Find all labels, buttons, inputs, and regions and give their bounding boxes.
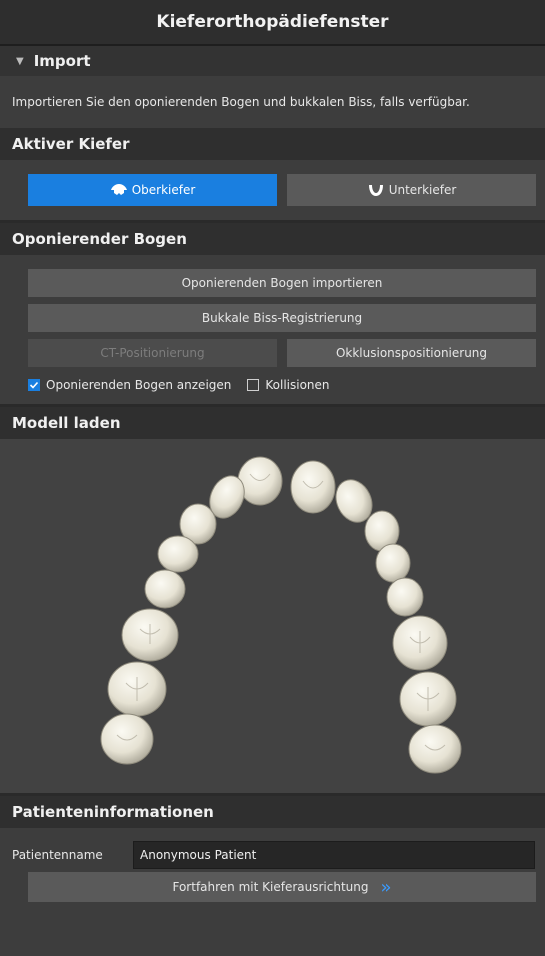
import-opposing-arch-button[interactable]: Oponierenden Bogen importieren: [28, 269, 536, 297]
occlusion-positioning-button[interactable]: Okklusionspositionierung: [287, 339, 536, 367]
import-section-header[interactable]: ▼ Import: [0, 46, 545, 76]
buccal-bite-registration-button[interactable]: Bukkale Biss-Registrierung: [28, 304, 536, 332]
lower-jaw-label: Unterkiefer: [388, 183, 457, 197]
double-chevron-right-icon: »: [380, 876, 392, 898]
collisions-label: Kollisionen: [265, 378, 330, 392]
model-preview[interactable]: [0, 439, 545, 793]
jaw-selector: Oberkiefer Unterkiefer: [0, 160, 545, 220]
upper-jaw-label: Oberkiefer: [131, 183, 196, 197]
continue-jaw-alignment-button[interactable]: Fortfahren mit Kieferausrichtung »: [28, 872, 536, 902]
import-description: Importieren Sie den oponierenden Bogen u…: [12, 95, 470, 109]
collisions-checkbox[interactable]: Kollisionen: [247, 378, 330, 392]
lower-jaw-icon: [368, 185, 383, 196]
ct-positioning-button[interactable]: CT-Positionierung: [28, 339, 277, 367]
patient-info-header: Patienteninformationen: [0, 796, 545, 828]
continue-label: Fortfahren mit Kieferausrichtung: [172, 880, 369, 894]
active-jaw-header: Aktiver Kiefer: [0, 128, 545, 160]
upper-jaw-icon: [110, 184, 127, 195]
upper-jaw-button[interactable]: Oberkiefer: [28, 174, 277, 206]
checkbox-unchecked-icon[interactable]: [247, 379, 260, 391]
patient-name-field[interactable]: Anonymous Patient: [133, 841, 535, 869]
lower-jaw-button[interactable]: Unterkiefer: [287, 174, 536, 206]
dental-arch-icon: [100, 456, 462, 774]
show-opposing-arch-checkbox[interactable]: Oponierenden Bogen anzeigen: [28, 378, 231, 392]
show-opposing-arch-label: Oponierenden Bogen anzeigen: [46, 378, 232, 392]
load-model-header: Modell laden: [0, 407, 545, 439]
opposing-arch-header: Oponierender Bogen: [0, 223, 545, 255]
patient-name-label: Patientenname: [12, 848, 103, 862]
import-header-label: Import: [33, 52, 91, 70]
window-title: Kieferorthopädiefenster: [0, 0, 545, 46]
collapse-triangle-icon[interactable]: ▼: [16, 56, 24, 67]
checkbox-checked-icon[interactable]: [28, 379, 40, 391]
